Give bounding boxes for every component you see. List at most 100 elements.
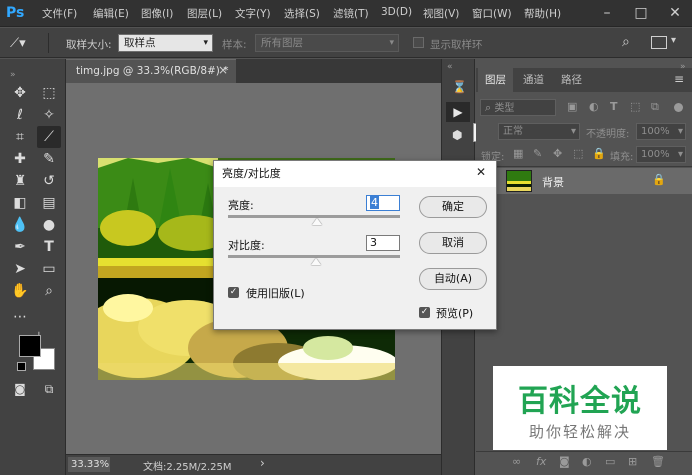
layer-row[interactable]: ◉ 背景 🔒 xyxy=(476,168,692,194)
panel-menu-icon[interactable]: ≡ xyxy=(674,72,684,86)
sample-size-select[interactable]: 取样点 ▾ xyxy=(118,34,213,52)
show-ring-checkbox[interactable] xyxy=(413,37,424,48)
close-window-button[interactable]: ✕ xyxy=(658,0,692,27)
auto-button[interactable]: 自动(A) xyxy=(419,268,487,290)
opacity-field[interactable]: 100% ▾ xyxy=(636,123,686,140)
contrast-slider-thumb[interactable] xyxy=(311,258,321,265)
chevron-down-icon[interactable]: ▾ xyxy=(671,35,676,46)
filter-toggle-icon[interactable] xyxy=(674,103,683,112)
document-tab-title: timg.jpg @ 33.3%(RGB/8#) * xyxy=(76,65,229,77)
crop-tool-icon[interactable]: ⌗ xyxy=(8,126,32,148)
eyedropper-icon[interactable]: ⟋▾ xyxy=(10,35,40,53)
tab-layers[interactable]: 图层 xyxy=(478,68,513,92)
minimize-button[interactable]: – xyxy=(590,0,624,27)
type-tool-icon[interactable]: T xyxy=(37,236,61,258)
adjustment-icon[interactable]: ◐ xyxy=(582,455,592,468)
collapse-icon[interactable]: » xyxy=(680,62,686,72)
default-colors-icon[interactable] xyxy=(17,362,26,371)
magic-wand-tool-icon[interactable]: ✧ xyxy=(37,104,61,126)
eraser-tool-icon[interactable]: ◧ xyxy=(8,192,32,214)
layer-filter-select[interactable]: ⌕ 类型 xyxy=(480,99,556,116)
zoom-tool-icon[interactable]: ⌕ xyxy=(37,280,61,302)
lock-transparent-icon[interactable]: ▦ xyxy=(513,147,523,160)
blur-tool-icon[interactable]: 💧 xyxy=(8,214,32,236)
eyedropper-tool-icon[interactable]: ⟋ xyxy=(37,126,61,148)
quick-mask-icon[interactable]: ◙ xyxy=(8,378,32,400)
lock-artboard-icon[interactable]: ⬚ xyxy=(573,147,583,160)
hand-tool-icon[interactable]: ✋ xyxy=(8,280,32,302)
filter-smart-object-icon[interactable]: ⧉ xyxy=(651,100,659,114)
trash-icon[interactable]: 🗑 xyxy=(651,455,665,468)
maximize-button[interactable]: □ xyxy=(624,0,658,27)
actions-icon[interactable]: ▶ xyxy=(446,102,470,122)
menu-layer[interactable]: 图层(L) xyxy=(187,6,222,21)
sample-select[interactable]: 所有图层 ▾ xyxy=(255,34,399,52)
fill-field[interactable]: 100% ▾ xyxy=(636,146,686,163)
use-legacy-checkbox[interactable]: ✓ xyxy=(228,287,239,298)
menu-select[interactable]: 选择(S) xyxy=(284,6,320,21)
more-tools-icon[interactable]: ⋯ xyxy=(8,306,32,328)
menu-window[interactable]: 窗口(W) xyxy=(472,6,512,21)
contrast-input[interactable]: 3 xyxy=(366,235,400,251)
new-layer-icon[interactable]: ⊞ xyxy=(628,455,637,468)
gradient-tool-icon[interactable]: ▤ xyxy=(37,192,61,214)
menu-view[interactable]: 视图(V) xyxy=(423,6,459,21)
filter-pixel-icon[interactable]: ▣ xyxy=(567,100,577,113)
filter-shape-icon[interactable]: ⬚ xyxy=(630,100,640,113)
pen-tool-icon[interactable]: ✒ xyxy=(8,236,32,258)
status-menu-arrow[interactable]: › xyxy=(260,456,265,470)
preview-checkbox[interactable]: ✓ xyxy=(419,307,430,318)
menu-image[interactable]: 图像(I) xyxy=(141,6,173,21)
menu-type[interactable]: 文字(Y) xyxy=(235,6,271,21)
brush-tool-icon[interactable]: ✎ xyxy=(37,148,61,170)
path-selection-tool-icon[interactable]: ➤ xyxy=(8,258,32,280)
search-icon[interactable]: ⌕ xyxy=(622,34,630,50)
3d-icon[interactable]: ⬢ xyxy=(452,128,462,142)
dodge-tool-icon[interactable]: ● xyxy=(37,214,61,236)
brightness-input[interactable]: 4 xyxy=(366,195,400,211)
rectangle-tool-icon[interactable]: ▭ xyxy=(37,258,61,280)
dialog-close-icon[interactable]: ✕ xyxy=(476,165,486,179)
sample-size-label: 取样大小: xyxy=(66,39,112,51)
menu-file[interactable]: 文件(F) xyxy=(42,6,77,21)
filter-type-icon[interactable]: T xyxy=(610,100,618,113)
history-icon[interactable]: ⌛ xyxy=(452,80,467,94)
cancel-button[interactable]: 取消 xyxy=(419,232,487,254)
dialog-title-bar[interactable]: 亮度/对比度 xyxy=(214,161,496,187)
menu-3d[interactable]: 3D(D) xyxy=(381,6,412,18)
folder-icon[interactable]: ▭ xyxy=(605,455,615,468)
workspace-icon[interactable] xyxy=(651,36,667,49)
brightness-slider-thumb[interactable] xyxy=(312,218,322,225)
menu-filter[interactable]: 滤镜(T) xyxy=(333,6,369,21)
lock-position-icon[interactable]: ✥ xyxy=(553,147,562,160)
mask-icon[interactable]: ◙ xyxy=(559,455,570,468)
fill-value: 100% xyxy=(641,149,670,160)
collapse-icon[interactable]: « xyxy=(447,62,453,72)
menu-edit[interactable]: 编辑(E) xyxy=(93,6,129,21)
menu-help[interactable]: 帮助(H) xyxy=(524,6,561,21)
marquee-tool-icon[interactable]: ⬚ xyxy=(37,82,61,104)
link-icon[interactable]: ∞ xyxy=(512,455,521,468)
lasso-tool-icon[interactable]: ℓ xyxy=(8,104,32,126)
collapse-icon[interactable]: » xyxy=(10,70,16,80)
fx-icon[interactable]: fx xyxy=(536,455,546,468)
document-tab[interactable]: timg.jpg @ 33.3%(RGB/8#) * × xyxy=(66,59,236,83)
preview-label: 预览(P) xyxy=(436,307,474,320)
ok-button[interactable]: 确定 xyxy=(419,196,487,218)
move-tool-icon[interactable]: ✥ xyxy=(8,82,32,104)
filter-adjustment-icon[interactable]: ◐ xyxy=(589,100,599,113)
lock-all-icon[interactable]: 🔒 xyxy=(592,147,606,160)
tab-paths[interactable]: 路径 xyxy=(554,68,589,92)
clone-stamp-tool-icon[interactable]: ♜ xyxy=(8,170,32,192)
tab-close-icon[interactable]: × xyxy=(218,63,228,77)
layer-name[interactable]: 背景 xyxy=(542,174,564,190)
zoom-field[interactable]: 33.33% xyxy=(68,457,110,472)
screen-mode-icon[interactable]: ⧉ xyxy=(37,378,61,400)
foreground-color-swatch[interactable] xyxy=(19,335,41,357)
healing-brush-tool-icon[interactable]: ✚ xyxy=(8,148,32,170)
blend-mode-select[interactable]: 正常 ▾ xyxy=(498,123,580,140)
history-brush-tool-icon[interactable]: ↺ xyxy=(37,170,61,192)
lock-image-icon[interactable]: ✎ xyxy=(533,147,542,160)
tab-channels[interactable]: 通道 xyxy=(516,68,551,92)
layer-thumbnail xyxy=(506,170,532,192)
